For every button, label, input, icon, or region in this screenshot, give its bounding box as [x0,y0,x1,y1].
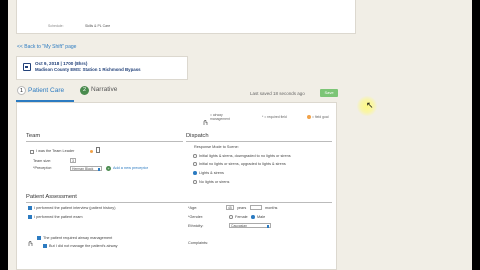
team-leader-checkbox[interactable] [30,150,34,154]
assessment-divider [26,202,332,203]
patient-exam-label: I performed the patient exam [34,215,83,219]
legend-required: * = required field [262,115,287,119]
shift-summary-card: Oct 9, 2018 | 1700 (8hrs) Madison County… [16,56,188,80]
tab-patient-care-label: Patient Care [28,87,65,94]
legend-goal-text: = field goal [312,115,329,119]
document-icon[interactable] [96,147,100,153]
gender-female-radio[interactable] [229,215,233,219]
add-preceptor-icon[interactable]: + [106,166,111,171]
tab-narrative-number: 2 [80,86,89,95]
save-button[interactable]: Save [320,89,338,97]
right-letterbox [472,0,480,270]
airway-required-checkbox[interactable] [37,236,41,240]
response-option-radio-3[interactable] [193,171,197,175]
response-option-radio-2[interactable] [193,162,197,166]
ethnicity-label: Ethnicity: [188,224,204,228]
dispatch-divider [186,141,332,142]
gender-male-label: Male [257,215,266,219]
age-years-input[interactable]: 45 [226,205,234,210]
tab-narrative[interactable]: 2 Narrative [80,86,117,100]
patient-interview-label: I performed the patient interview (patie… [34,206,116,210]
dispatch-section-title: Dispatch [186,133,209,139]
response-option-label-2: Initial no lights or sirens, upgraded to… [199,162,286,166]
gender-male-radio[interactable] [251,215,255,219]
last-saved-status: Last saved 18 seconds ago [250,91,305,96]
response-option-radio-1[interactable] [193,154,197,158]
goal-dot-icon [307,115,311,120]
mouse-pointer-icon: ↖ [366,100,374,110]
response-option-label-4: No lights or sirens [199,180,230,184]
patient-exam-checkbox[interactable] [28,215,32,219]
team-divider [26,141,183,142]
response-mode-label: Response Mode to Scene: [194,145,239,149]
video-frame: Schedule: Skills & PL Care << Back to "M… [0,0,480,270]
response-option-label-3: Lights & sirens [199,171,224,175]
airway-management-icon [28,234,34,246]
preceptor-label: *Preceptor: [33,166,52,170]
preceptor-select[interactable]: Herman Black [70,166,102,171]
legend-airway: = airway management [210,113,230,121]
team-size-input[interactable]: 3 [70,158,76,163]
add-preceptor-link[interactable]: Add a new preceptor [113,166,163,171]
airway-not-managed-label: But I did not manage the patient's airwa… [49,244,118,248]
age-label: *Age: [188,206,198,210]
patient-interview-checkbox[interactable] [28,206,32,210]
team-size-label: Team size: [33,159,52,163]
gender-label: *Gender: [188,215,204,219]
response-option-radio-4[interactable] [193,180,197,184]
tab-narrative-label: Narrative [91,86,118,93]
age-months-input[interactable] [250,205,262,210]
schedule-label: Schedule: [48,24,64,28]
airway-required-label: The patient required airway management [43,236,113,240]
airway-icon [203,113,209,125]
schedule-value: Skills & PL Care [85,24,111,28]
schedule-card [16,0,356,34]
back-to-my-shift-link[interactable]: << Back to "My Shift" page [17,44,76,50]
gender-female-label: Female [235,215,248,219]
patient-care-form: = airway management * = required field =… [16,102,337,270]
goal-star-icon [90,150,93,153]
calendar-icon [23,63,31,71]
assessment-section-title: Patient Assessment [26,194,77,200]
tab-patient-care[interactable]: 1 Patient Care [17,86,64,100]
airway-not-managed-checkbox[interactable] [43,244,47,248]
shift-location: Madison County EMS: Station 1 Richmond B… [35,67,141,72]
team-section-title: Team [26,133,41,139]
ethnicity-select[interactable]: Caucasian [229,223,271,228]
years-label: years [237,206,247,210]
complaints-label: Complaints: [188,241,209,245]
tab-patient-care-number: 1 [17,86,26,95]
response-option-label-1: Initial lights & sirens, downgraded to n… [199,154,291,158]
left-letterbox [0,0,8,270]
months-label: months [265,206,278,210]
team-leader-label: I was the Team Leader [36,149,75,153]
shift-date: Oct 9, 2018 | 1700 (8hrs) [35,61,88,66]
legend-goal: = field goal [307,115,337,120]
